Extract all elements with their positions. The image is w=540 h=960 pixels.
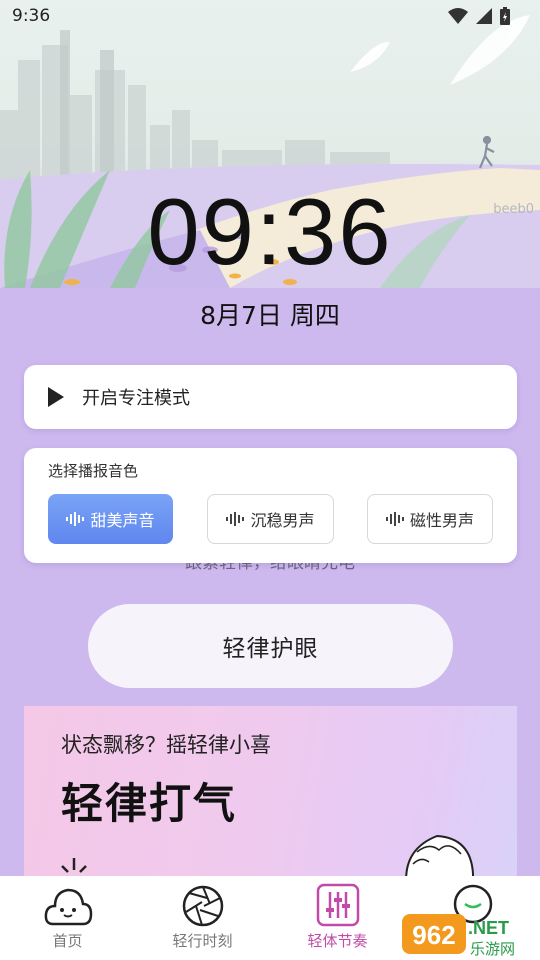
eye-care-label: 轻律护眼 [222,636,319,662]
clock-date: 8月7日 周四 [200,301,340,330]
promo-title: 轻律打气 [61,779,238,828]
promo-banner[interactable]: 状态飘移？摇轻律小喜 轻律打气 [24,706,517,886]
equalizer-icon [316,883,359,927]
voice-card-title: 选择播报音色 [48,462,139,480]
promo-subtitle: 状态飘移？摇轻律小喜 [61,733,271,757]
voice-selection-card: 选择播报音色 甜美声音 沉稳男声 磁性男声 [24,448,517,563]
eye-care-button[interactable]: 轻律护眼 [88,604,453,688]
cloud-face-icon [44,888,92,926]
voice-option-steady[interactable]: 沉稳男声 [207,494,334,544]
sound-wave-icon [66,512,85,526]
tab-body-rhythm[interactable]: 轻体节奏 [270,876,405,960]
wifi-icon [448,8,468,24]
focus-mode-button[interactable]: 开启专注模式 [24,365,517,429]
watermark-badge: 962 .NET 乐游网 [402,914,515,958]
voice-option-label: 甜美声音 [90,511,155,530]
voice-option-label: 沉稳男声 [250,511,315,530]
tab-label: 轻行时刻 [172,932,233,950]
voice-option-sweet[interactable]: 甜美声音 [48,494,173,544]
watermark-number: 962 [412,920,455,950]
clock-time: 09:36 [147,179,393,284]
status-icons [448,7,510,25]
tab-home[interactable]: 首页 [0,876,135,960]
tab-walking-moments[interactable]: 轻行时刻 [135,876,270,960]
watermark-suffix: .NET [468,918,509,938]
battery-icon [500,7,510,25]
status-time: 9:36 [12,6,51,26]
play-icon [48,387,64,407]
focus-mode-label: 开启专注模式 [82,388,190,409]
sound-wave-icon [385,512,404,526]
tab-label: 轻体节奏 [307,932,368,950]
status-bar: 9:36 [0,0,540,34]
sound-wave-icon [226,512,245,526]
tab-label: 首页 [52,932,83,950]
voice-option-magnetic[interactable]: 磁性男声 [367,494,493,544]
cellular-signal-icon [476,8,492,24]
aperture-icon [182,885,223,927]
site-watermark-logo: 962 .NET 乐游网 [402,908,532,960]
watermark-caption: 乐游网 [470,940,515,958]
voice-option-label: 磁性男声 [409,511,474,530]
